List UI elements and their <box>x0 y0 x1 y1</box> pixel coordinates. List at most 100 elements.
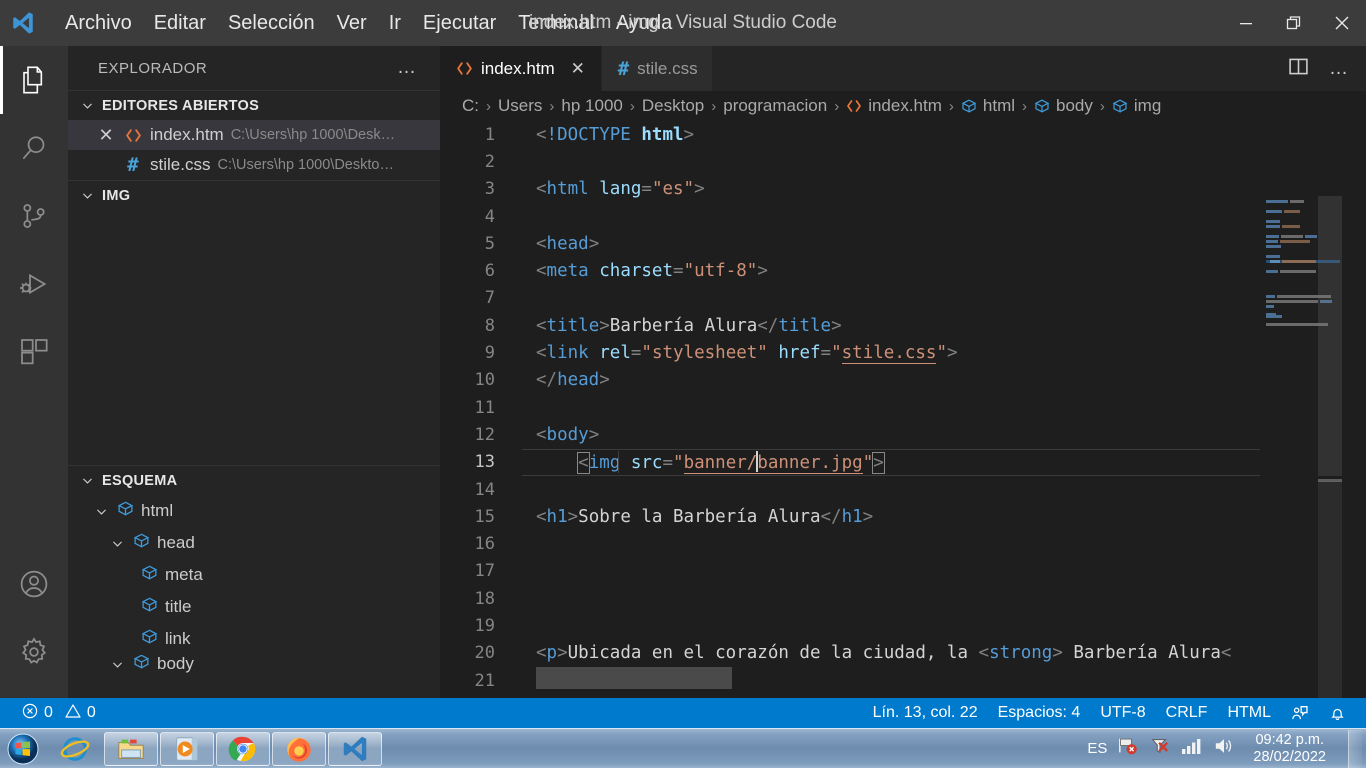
breadcrumb-item-html[interactable]: html <box>961 96 1015 116</box>
status-eol[interactable]: CRLF <box>1156 698 1218 728</box>
tray-language-indicator[interactable]: ES <box>1087 740 1107 757</box>
warning-icon <box>65 703 81 724</box>
source-control-icon[interactable] <box>0 182 68 250</box>
tray-date: 28/02/2022 <box>1253 748 1326 765</box>
signal-bars-icon[interactable] <box>1181 737 1203 760</box>
sidebar-more-actions-icon[interactable]: … <box>397 58 418 77</box>
line-number: 14 <box>474 479 495 500</box>
open-editor-path: C:\Users\hp 1000\Deskto… <box>217 157 394 173</box>
tray-clock[interactable]: 09:42 p.m. 28/02/2022 <box>1245 732 1334 766</box>
breadcrumb-item-desktop[interactable]: Desktop <box>642 96 704 116</box>
open-editor-index-htm[interactable]: ✕ index.htm C:\Users\hp 1000\Desk… <box>68 120 440 150</box>
status-bar: 0 0 Lín. 13, col. 22 Espacios: 4 UTF-8 C… <box>0 698 1366 728</box>
menu-ayuda[interactable]: Ayuda <box>605 6 683 40</box>
error-icon <box>22 703 38 724</box>
taskbar-apps <box>48 731 382 766</box>
vscode-logo-icon <box>0 0 46 46</box>
menu-seleccion[interactable]: Selección <box>217 6 326 40</box>
code-editor[interactable]: 1 <!DOCTYPE html> 2 3 <html lang="es"> 4… <box>440 121 1366 698</box>
code-line: 7 <box>440 285 1366 312</box>
breadcrumb-item-drive[interactable]: C: <box>462 96 479 116</box>
line-number: 1 <box>484 124 495 145</box>
breadcrumb-item-img[interactable]: img <box>1112 96 1161 116</box>
code-line: 1 <!DOCTYPE html> <box>440 121 1366 148</box>
outline-item-title[interactable]: title <box>68 591 440 623</box>
tab-index-htm[interactable]: index.htm ✕ <box>440 46 602 91</box>
code-line: 12 <body> <box>440 421 1366 448</box>
code-text: <!DOCTYPE html> <box>536 124 695 145</box>
menu-editar[interactable]: Editar <box>143 6 217 40</box>
chevron-down-icon <box>78 189 96 202</box>
minimize-button[interactable] <box>1222 0 1270 46</box>
section-outline[interactable]: ESQUEMA <box>68 465 440 495</box>
status-cursor-position[interactable]: Lín. 13, col. 22 <box>863 698 988 728</box>
close-button[interactable] <box>1318 0 1366 46</box>
volume-icon[interactable] <box>1213 736 1235 761</box>
network-error-icon[interactable] <box>1117 736 1139 761</box>
manage-settings-icon[interactable] <box>0 618 68 686</box>
code-line: 3 <html lang="es"> <box>440 176 1366 203</box>
line-number: 6 <box>484 261 495 282</box>
restore-button[interactable] <box>1270 0 1318 46</box>
windows-media-player-icon[interactable] <box>160 731 214 766</box>
menu-ejecutar[interactable]: Ejecutar <box>412 6 507 40</box>
open-editor-stile-css[interactable]: # stile.css C:\Users\hp 1000\Deskto… <box>68 150 440 180</box>
code-line-active: 13 <img src="banner/banner.jpg"> <box>440 448 1366 477</box>
close-icon[interactable]: ✕ <box>569 59 587 79</box>
breadcrumb-item-body[interactable]: body <box>1034 96 1093 116</box>
mozilla-firefox-icon[interactable] <box>272 731 326 766</box>
menu-archivo[interactable]: Archivo <box>54 6 143 40</box>
breadcrumb-label: Users <box>498 96 543 115</box>
action-center-error-icon[interactable] <box>1149 736 1171 761</box>
tab-stile-css[interactable]: # stile.css <box>601 46 713 91</box>
breadcrumb-item-users[interactable]: Users <box>498 96 542 116</box>
code-text: <meta charset="utf-8"> <box>536 261 768 282</box>
line-number: 13 <box>474 452 495 473</box>
outline-item-html[interactable]: html <box>68 495 440 527</box>
line-number: 15 <box>474 506 495 527</box>
status-language-mode[interactable]: HTML <box>1217 698 1281 728</box>
more-actions-icon[interactable]: … <box>1323 59 1356 78</box>
visual-studio-code-icon[interactable] <box>328 731 382 766</box>
outline-item-link[interactable]: link <box>68 623 440 655</box>
status-indentation[interactable]: Espacios: 4 <box>988 698 1091 728</box>
split-editor-icon[interactable] <box>1288 56 1309 82</box>
notifications-bell-icon[interactable] <box>1319 698 1356 728</box>
chevron-down-icon <box>78 474 96 487</box>
code-line: 4 <box>440 203 1366 230</box>
section-folder-img[interactable]: IMG <box>68 180 440 210</box>
minimap-slider[interactable] <box>1318 196 1342 476</box>
open-editor-name: stile.css <box>150 155 211 174</box>
file-explorer-icon[interactable] <box>104 731 158 766</box>
code-text: <title>Barbería Alura</title> <box>536 315 842 336</box>
breadcrumb-item-user[interactable]: hp 1000 <box>561 96 622 116</box>
line-number: 16 <box>474 534 495 555</box>
section-open-editors[interactable]: EDITORES ABIERTOS <box>68 90 440 120</box>
accounts-icon[interactable] <box>0 550 68 618</box>
menu-ver[interactable]: Ver <box>326 6 378 40</box>
explorer-icon[interactable] <box>0 46 68 114</box>
show-desktop-button[interactable] <box>1348 729 1362 768</box>
status-problems[interactable]: 0 0 <box>12 698 106 728</box>
windows-start-orb[interactable] <box>3 731 43 767</box>
internet-explorer-icon[interactable] <box>48 732 102 766</box>
tab-label: index.htm <box>481 58 555 78</box>
close-icon[interactable]: ✕ <box>96 125 116 146</box>
editor-scrollbar[interactable] <box>1318 481 1342 698</box>
outline-item-head[interactable]: head <box>68 527 440 559</box>
search-icon[interactable] <box>0 114 68 182</box>
code-line: 15 <h1>Sobre la Barbería Alura</h1> <box>440 503 1366 530</box>
feedback-icon[interactable] <box>1281 698 1319 728</box>
google-chrome-icon[interactable] <box>216 731 270 766</box>
menu-terminal[interactable]: Terminal <box>507 6 605 40</box>
breadcrumb-item-index-htm[interactable]: index.htm <box>846 96 942 116</box>
extensions-icon[interactable] <box>0 318 68 386</box>
run-and-debug-icon[interactable] <box>0 250 68 318</box>
outline-item-body[interactable]: body <box>68 655 440 673</box>
code-line: 14 <box>440 476 1366 503</box>
chevron-down-icon <box>108 537 126 550</box>
outline-item-meta[interactable]: meta <box>68 559 440 591</box>
menu-ir[interactable]: Ir <box>378 6 412 40</box>
status-encoding[interactable]: UTF-8 <box>1090 698 1155 728</box>
breadcrumb-item-programacion[interactable]: programacion <box>723 96 827 116</box>
